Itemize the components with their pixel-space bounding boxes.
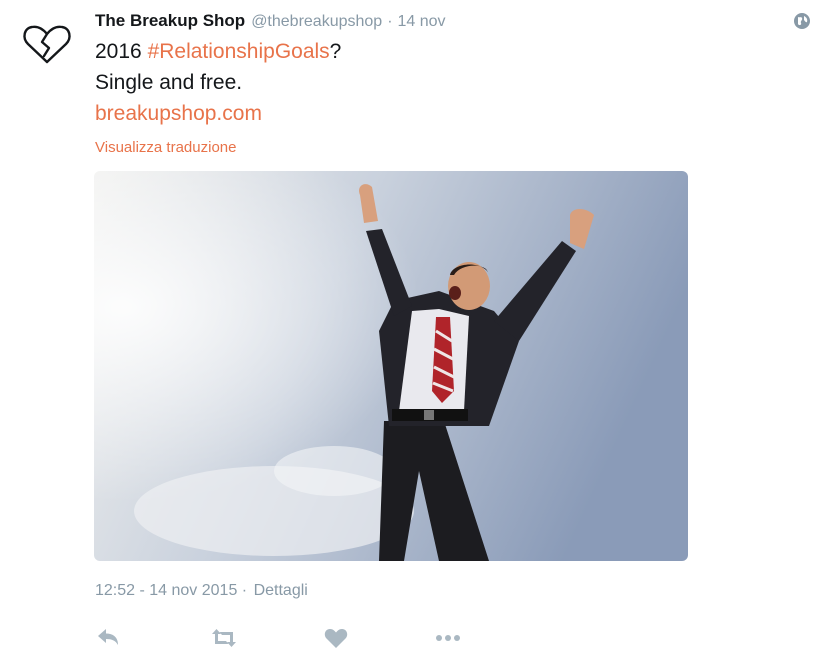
more-button[interactable]: [430, 620, 466, 656]
text-prefix: 2016: [95, 40, 148, 63]
globe-icon: [793, 12, 811, 30]
tweet-text-line-1: 2016 #RelationshipGoals?: [95, 36, 795, 67]
like-button[interactable]: [318, 620, 354, 656]
avatar[interactable]: [20, 22, 74, 68]
heart-icon: [324, 628, 348, 648]
text-suffix: ?: [329, 40, 342, 63]
reply-icon: [98, 629, 118, 645]
tweet-meta: 12:52 - 14 nov 2015 · Dettagli: [95, 582, 308, 600]
hashtag-link[interactable]: #RelationshipGoals: [148, 40, 330, 63]
photo-jumping-man: [94, 171, 688, 561]
meta-separator: ·: [241, 582, 248, 599]
header-separator: ·: [387, 13, 393, 30]
tweet: The Breakup Shop @thebreakupshop · 14 no…: [0, 0, 819, 660]
full-timestamp[interactable]: 12:52 - 14 nov 2015: [95, 582, 237, 599]
tweet-header: The Breakup Shop @thebreakupshop · 14 no…: [95, 11, 446, 33]
tweet-date[interactable]: 14 nov: [398, 13, 446, 31]
action-bar: [0, 620, 819, 656]
tweet-text: 2016 #RelationshipGoals? Single and free…: [95, 36, 795, 129]
translate-link[interactable]: Visualizza traduzione: [95, 139, 236, 156]
more-icon: [436, 635, 460, 641]
tweet-photo[interactable]: [94, 171, 688, 561]
url-link[interactable]: breakupshop.com: [95, 98, 795, 129]
author-handle[interactable]: @thebreakupshop: [251, 13, 382, 31]
broken-heart-icon: [23, 25, 71, 64]
retweet-button[interactable]: [206, 620, 242, 656]
retweet-icon: [212, 629, 236, 647]
reply-button[interactable]: [90, 620, 126, 656]
author-name[interactable]: The Breakup Shop: [95, 11, 245, 31]
details-link[interactable]: Dettagli: [254, 582, 308, 599]
tweet-text-line-2: Single and free.: [95, 71, 243, 94]
